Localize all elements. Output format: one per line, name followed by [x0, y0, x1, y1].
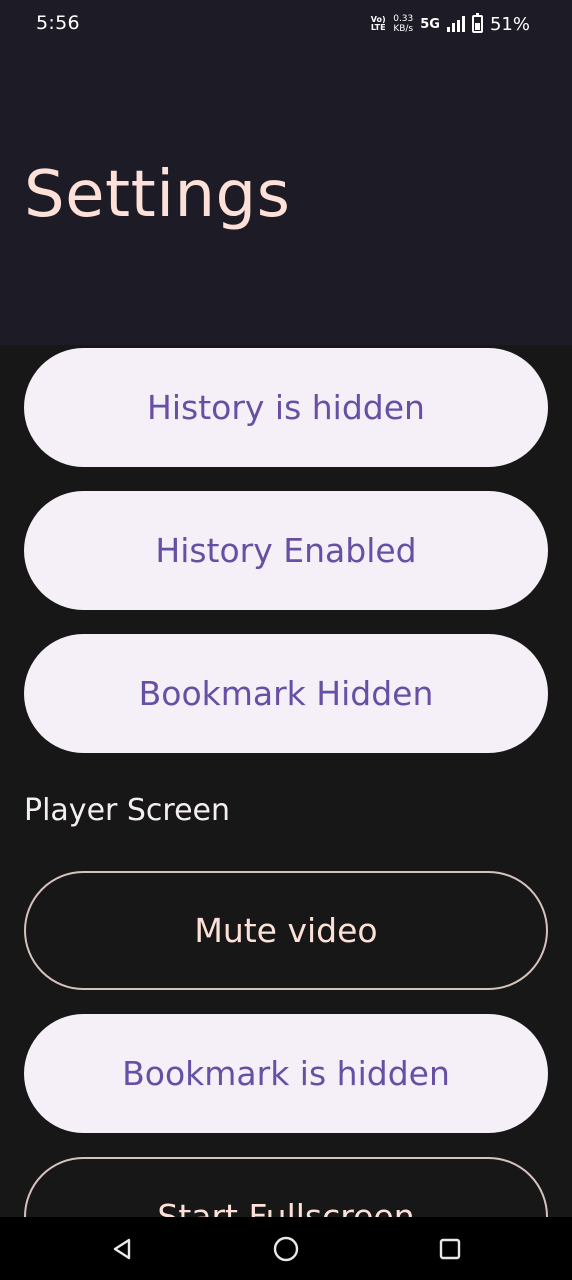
recents-button[interactable]	[410, 1217, 490, 1280]
history-enabled-button[interactable]: History Enabled	[24, 491, 548, 610]
navigation-bar	[0, 1217, 572, 1280]
player-screen-section-label: Player Screen	[24, 793, 231, 828]
bookmark-is-hidden-button[interactable]: Bookmark is hidden	[24, 1014, 548, 1133]
recents-icon	[439, 1238, 461, 1259]
start-fullscreen-button[interactable]: Start Fullscreen	[24, 1157, 548, 1217]
status-time: 5:56	[36, 12, 80, 34]
settings-list[interactable]: History is hidden History Enabled Bookma…	[0, 345, 572, 1217]
history-enabled-label: History Enabled	[155, 531, 417, 570]
page-title: Settings	[24, 158, 291, 232]
settings-screen: 5:56 Vo) LTE 0.33 KB/s 5G 51% Settings H…	[0, 0, 572, 1280]
mute-video-label: Mute video	[194, 911, 378, 950]
mute-video-button[interactable]: Mute video	[24, 871, 548, 990]
battery-icon	[471, 13, 483, 33]
bookmark-is-hidden-label: Bookmark is hidden	[122, 1054, 450, 1093]
volte-icon: Vo) LTE	[370, 15, 386, 32]
signal-icon	[446, 16, 465, 32]
history-hidden-button[interactable]: History is hidden	[24, 348, 548, 467]
status-bar: 5:56 Vo) LTE 0.33 KB/s 5G 51%	[0, 0, 572, 50]
network-type: 5G	[420, 16, 440, 32]
network-speed: 0.33 KB/s	[393, 14, 414, 34]
battery-percent: 51%	[489, 13, 530, 35]
home-button[interactable]	[246, 1217, 326, 1280]
bookmark-hidden-button[interactable]: Bookmark Hidden	[24, 634, 548, 753]
top-app-bar: 5:56 Vo) LTE 0.33 KB/s 5G 51% Settings	[0, 0, 572, 345]
home-icon	[273, 1236, 299, 1261]
start-fullscreen-label: Start Fullscreen	[157, 1197, 415, 1217]
back-icon	[113, 1238, 131, 1259]
back-button[interactable]	[82, 1217, 162, 1280]
bookmark-hidden-label: Bookmark Hidden	[138, 674, 434, 713]
history-hidden-label: History is hidden	[147, 388, 425, 427]
status-icons: Vo) LTE 0.33 KB/s 5G 51%	[370, 11, 530, 37]
